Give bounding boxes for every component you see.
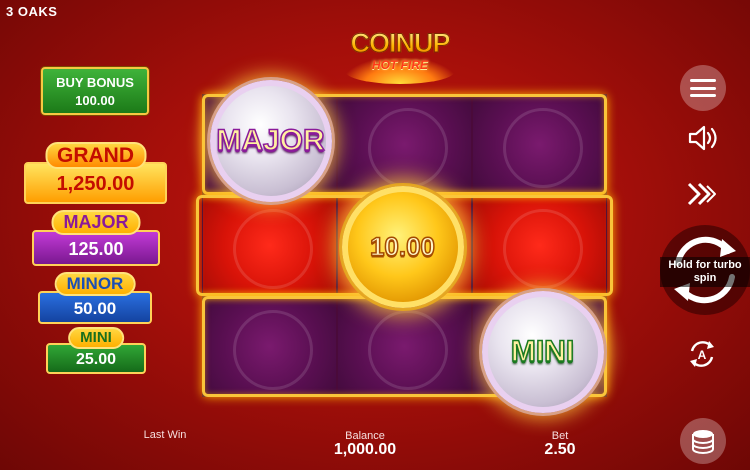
menu-icon xyxy=(690,79,716,97)
spin-button[interactable]: Hold for turbo spin xyxy=(660,225,750,315)
jackpot-grand-value: 1,250.00 xyxy=(56,173,135,195)
coin-label: MINI xyxy=(510,334,575,369)
bet-value[interactable]: 2.50 xyxy=(530,441,590,459)
jackpot-major-value: 125.00 xyxy=(68,239,124,259)
bet-settings-button[interactable] xyxy=(680,418,726,464)
sound-button[interactable] xyxy=(681,117,723,159)
turbo-button[interactable] xyxy=(681,173,723,215)
coin-value: 10.00 xyxy=(341,185,464,308)
jackpot-grand-label: GRAND xyxy=(45,142,146,169)
jackpot-major: 125.00 MAJOR xyxy=(32,210,160,266)
jackpot-mini-label: MINI xyxy=(68,327,124,349)
turbo-icon xyxy=(687,182,716,206)
coin-label: 10.00 xyxy=(369,230,436,262)
coin-mini: MINI xyxy=(481,290,604,413)
buy-bonus-label: BUY BONUS xyxy=(56,75,134,90)
sound-icon xyxy=(688,125,717,151)
svg-text:A: A xyxy=(698,348,707,362)
balance-value: 1,000.00 xyxy=(333,441,397,458)
studio-logo: 3 OAKS xyxy=(6,4,58,19)
coin-label: MAJOR xyxy=(216,123,326,158)
game-logo: COINUP HOT FIRE xyxy=(335,28,465,86)
autoplay-icon: A xyxy=(690,341,714,367)
jackpot-mini-value: 25.00 xyxy=(75,351,117,368)
jackpot-minor: 50.00 MINOR xyxy=(38,272,152,324)
last-win-label: Last Win xyxy=(143,429,187,441)
game-logo-title: COINUP xyxy=(335,28,465,59)
bet-coins-icon xyxy=(692,430,714,454)
jackpot-minor-label: MINOR xyxy=(54,272,136,296)
autoplay-button[interactable]: A xyxy=(681,333,723,375)
coin-major: MAJOR xyxy=(209,79,332,202)
menu-button[interactable] xyxy=(680,65,726,111)
reel-grid: MAJOR 10.00 MINI xyxy=(196,79,613,413)
jackpot-grand: 1,250.00 GRAND xyxy=(24,142,167,204)
buy-bonus-price: 100.00 xyxy=(75,93,115,108)
spin-hint: Hold for turbo spin xyxy=(660,257,750,287)
jackpot-mini: 25.00 MINI xyxy=(46,327,146,374)
buy-bonus-button[interactable]: BUY BONUS 100.00 xyxy=(41,67,149,115)
jackpot-minor-value: 50.00 xyxy=(73,299,117,318)
game-logo-subtitle: HOT FIRE xyxy=(372,58,428,72)
jackpot-major-label: MAJOR xyxy=(51,210,141,235)
